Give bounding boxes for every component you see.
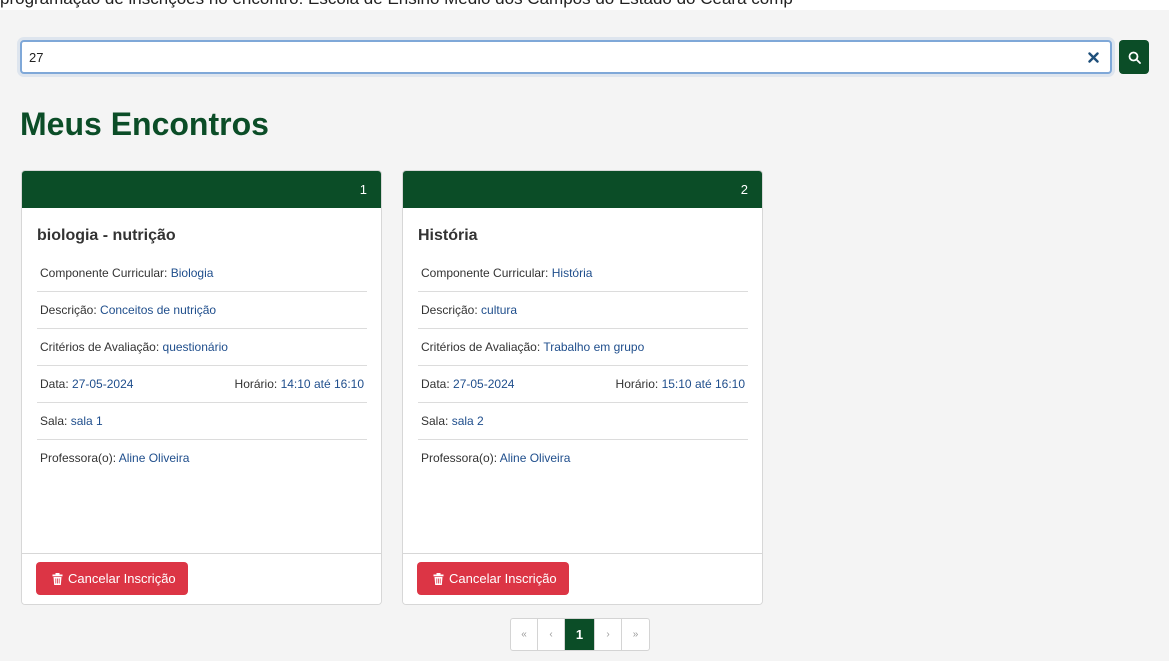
card-body: História Componente Curricular: História… xyxy=(403,208,762,555)
close-icon xyxy=(1087,51,1099,63)
top-header-text: programação de inscrições no encontro: E… xyxy=(0,0,1169,8)
field-description: Descrição: cultura xyxy=(418,292,748,329)
search-field-wrapper xyxy=(20,40,1112,74)
date-label: Data: xyxy=(421,377,450,391)
field-label: Descrição: xyxy=(40,303,97,317)
field-value: sala 1 xyxy=(70,414,103,428)
field-label: Descrição: xyxy=(421,303,478,317)
field-label: Professora(o): xyxy=(421,451,498,465)
field-label: Componente Curricular: xyxy=(40,266,168,280)
field-date-time: Data: 27-05-2024 Horário: 14:10 até 16:1… xyxy=(37,366,367,403)
pagination-last[interactable]: » xyxy=(622,619,649,650)
time-label: Horário: xyxy=(234,377,278,391)
field-label: Critérios de Avaliação: xyxy=(40,340,160,354)
card-title: História xyxy=(418,227,478,244)
field-label: Sala: xyxy=(421,414,449,428)
field-value: Conceitos de nutrição xyxy=(100,303,217,317)
card-title: biologia - nutrição xyxy=(37,227,176,244)
search-input[interactable] xyxy=(22,42,1110,72)
time-end: 16:10 xyxy=(714,377,745,391)
encounter-card: 1 biologia - nutrição Componente Curricu… xyxy=(21,170,382,605)
field-room: Sala: sala 2 xyxy=(418,403,748,440)
field-label: Professora(o): xyxy=(40,451,117,465)
field-value: História xyxy=(551,266,593,280)
field-label: Critérios de Avaliação: xyxy=(421,340,541,354)
field-value: questionário xyxy=(162,340,228,354)
time-start: 15:10 xyxy=(661,377,692,391)
card-header: 1 xyxy=(22,171,381,208)
top-header-strip: programação de inscrições no encontro: E… xyxy=(0,0,1169,10)
encounter-card: 2 História Componente Curricular: Histór… xyxy=(402,170,763,605)
field-value: Trabalho em grupo xyxy=(543,340,645,354)
field-teacher: Professora(o): Aline Oliveira xyxy=(418,440,748,476)
card-body: biologia - nutrição Componente Curricula… xyxy=(22,208,381,555)
card-header: 2 xyxy=(403,171,762,208)
time-label: Horário: xyxy=(615,377,659,391)
pagination-prev[interactable]: ‹ xyxy=(538,619,565,650)
time-end: 16:10 xyxy=(333,377,364,391)
trash-icon xyxy=(433,572,444,585)
cancel-enrollment-label: Cancelar Inscrição xyxy=(449,571,557,586)
pagination: « ‹ 1 › » xyxy=(510,618,650,651)
field-value: Aline Oliveira xyxy=(499,451,571,465)
cancel-enrollment-label: Cancelar Inscrição xyxy=(68,571,176,586)
search-button[interactable] xyxy=(1119,40,1149,74)
field-value: sala 2 xyxy=(451,414,484,428)
pagination-first[interactable]: « xyxy=(511,619,538,650)
field-component: Componente Curricular: História xyxy=(418,255,748,292)
pagination-page-current[interactable]: 1 xyxy=(565,619,595,650)
page-title: Meus Encontros xyxy=(20,106,269,142)
field-component: Componente Curricular: Biologia xyxy=(37,255,367,292)
clear-search-button[interactable] xyxy=(1086,50,1100,64)
card-footer: Cancelar Inscrição xyxy=(403,553,762,604)
field-label: Componente Curricular: xyxy=(421,266,549,280)
card-number: 2 xyxy=(740,182,748,197)
time-separator: até xyxy=(694,377,712,391)
field-room: Sala: sala 1 xyxy=(37,403,367,440)
field-date-time: Data: 27-05-2024 Horário: 15:10 até 16:1… xyxy=(418,366,748,403)
cancel-enrollment-button[interactable]: Cancelar Inscrição xyxy=(36,562,188,595)
time-start: 14:10 xyxy=(280,377,311,391)
cancel-enrollment-button[interactable]: Cancelar Inscrição xyxy=(417,562,569,595)
field-criteria: Critérios de Avaliação: Trabalho em grup… xyxy=(418,329,748,366)
field-value: cultura xyxy=(481,303,518,317)
field-criteria: Critérios de Avaliação: questionário xyxy=(37,329,367,366)
field-description: Descrição: Conceitos de nutrição xyxy=(37,292,367,329)
pagination-next[interactable]: › xyxy=(595,619,622,650)
trash-icon xyxy=(52,572,63,585)
field-teacher: Professora(o): Aline Oliveira xyxy=(37,440,367,476)
field-label: Sala: xyxy=(40,414,68,428)
card-number: 1 xyxy=(359,182,367,197)
search-bar xyxy=(20,40,1149,74)
time-separator: até xyxy=(313,377,331,391)
field-value: Aline Oliveira xyxy=(118,451,190,465)
search-icon xyxy=(1128,51,1141,64)
card-footer: Cancelar Inscrição xyxy=(22,553,381,604)
field-value: Biologia xyxy=(170,266,214,280)
date-label: Data: xyxy=(40,377,69,391)
date-value: 27-05-2024 xyxy=(72,377,134,391)
date-value: 27-05-2024 xyxy=(453,377,515,391)
